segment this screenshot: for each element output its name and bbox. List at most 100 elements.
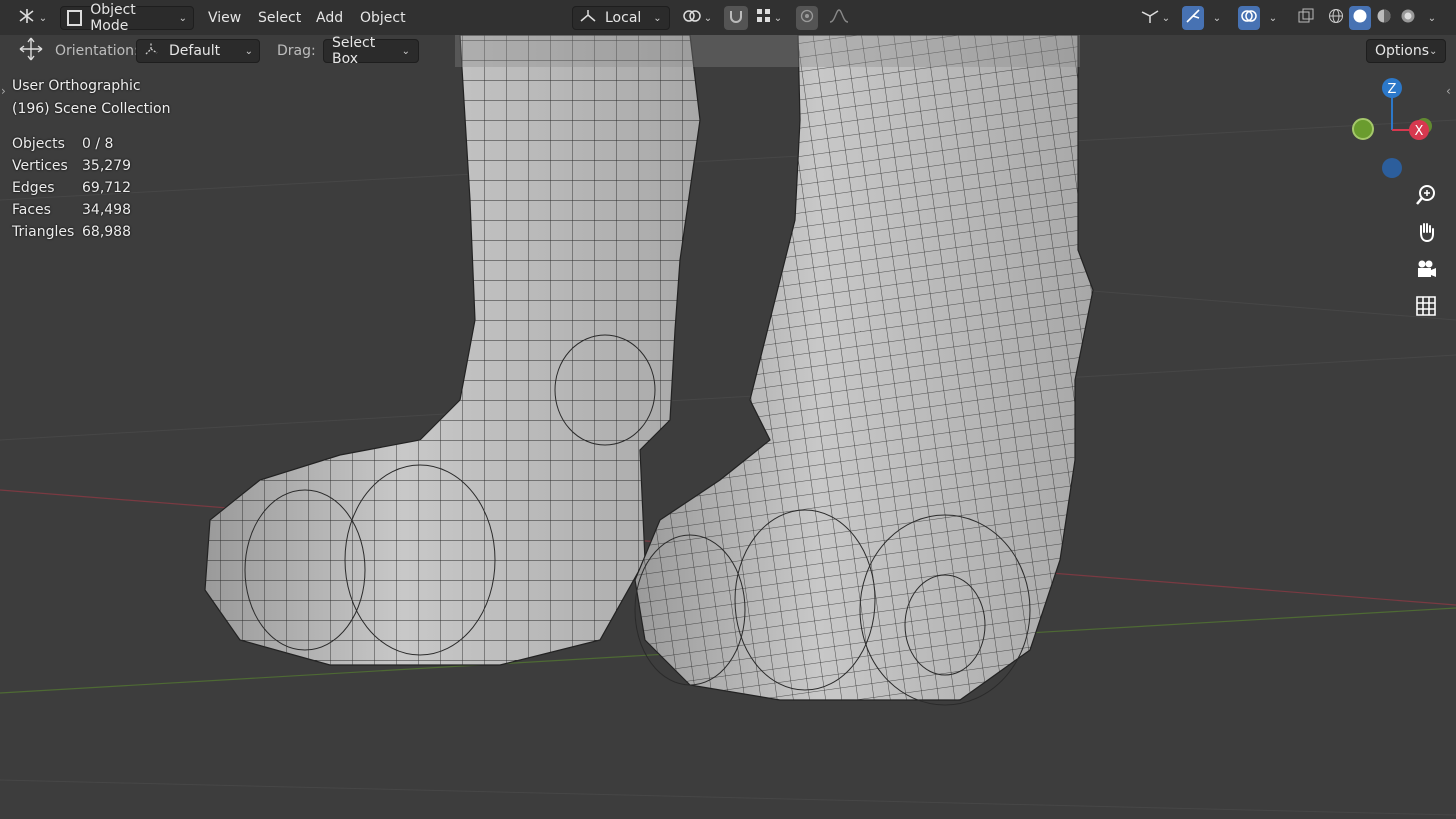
- orientation-dropdown[interactable]: Default ⌄: [136, 39, 260, 63]
- navigation-gizmo[interactable]: Z X: [1340, 74, 1450, 184]
- show-gizmo-toggle[interactable]: [1182, 6, 1204, 30]
- stat-row: Edges 69,712: [12, 180, 131, 202]
- chevron-down-icon: ⌄: [773, 12, 783, 24]
- move-arrows-icon: [18, 36, 44, 66]
- stat-value: 35,279: [82, 158, 131, 174]
- falloff-curve-icon: [829, 8, 849, 28]
- stat-value: 34,498: [82, 202, 131, 218]
- show-overlays-toggle[interactable]: [1238, 6, 1260, 30]
- right-foot-mesh: [634, 34, 1094, 706]
- zoom-magnifier-icon: [1415, 184, 1437, 210]
- viewport-header: ⌄ Object Mode ⌄ View Select Add Object L…: [0, 0, 1456, 35]
- scene-statistics: Objects 0 / 8 Vertices 35,279 Edges 69,712 …: [12, 136, 131, 246]
- gizmo-options-dropdown[interactable]: ⌄: [1206, 6, 1228, 30]
- orientation-value: Default: [169, 43, 221, 59]
- proportional-falloff-dropdown[interactable]: [820, 6, 858, 30]
- stat-row: Objects 0 / 8: [12, 136, 131, 158]
- stat-label: Edges: [12, 180, 55, 196]
- xray-icon: [1298, 8, 1314, 28]
- left-foot-mesh: [204, 34, 701, 666]
- grid-icon: [1415, 295, 1437, 321]
- chevron-down-icon: ⌄: [1212, 12, 1222, 24]
- overlays-options-dropdown[interactable]: ⌄: [1262, 6, 1284, 30]
- chevron-down-icon: ⌄: [178, 12, 187, 24]
- orthographic-toggle-button[interactable]: [1410, 292, 1442, 324]
- mode-dropdown[interactable]: Object Mode ⌄: [60, 2, 194, 34]
- chevron-down-icon: ⌄: [703, 12, 713, 24]
- chevron-down-icon: ⌄: [653, 12, 662, 24]
- z-axis-label: Z: [1388, 82, 1397, 97]
- stat-value: 69,712: [82, 180, 131, 196]
- chevron-down-icon: ⌄: [244, 45, 253, 57]
- pivot-point-button[interactable]: ⌄: [678, 6, 716, 30]
- snap-toggle[interactable]: [724, 6, 748, 30]
- menu-object[interactable]: Object: [354, 6, 412, 30]
- y-axis-dot: [1352, 118, 1374, 140]
- collection-name: (196) Scene Collection: [12, 101, 171, 117]
- magnet-icon: [728, 8, 744, 28]
- 3d-viewport[interactable]: ⌄ Object Mode ⌄ View Select Add Object L…: [0, 0, 1456, 819]
- zoom-button[interactable]: [1410, 181, 1442, 213]
- stat-label: Objects: [12, 136, 65, 152]
- menu-select[interactable]: Select: [252, 6, 307, 30]
- chevron-down-icon: ⌄: [401, 45, 410, 57]
- wireframe-sphere-icon: [1328, 8, 1344, 28]
- chevron-down-icon: ⌄: [1427, 12, 1437, 24]
- view-object-types-dropdown[interactable]: ⌄: [1136, 6, 1174, 30]
- menu-add[interactable]: Add: [310, 6, 349, 30]
- tool-settings-bar: Orientation: Default ⌄ Drag: Select Box …: [0, 35, 1456, 67]
- transform-orientation-label: Local: [605, 10, 642, 26]
- options-label: Options: [1375, 43, 1430, 59]
- editor-type-button[interactable]: ⌄: [14, 6, 50, 30]
- transform-orientation-dropdown[interactable]: Local ⌄: [572, 6, 670, 30]
- proportional-editing-toggle[interactable]: [796, 6, 818, 30]
- selectability-icon: [1140, 8, 1160, 28]
- stat-row: Vertices 35,279: [12, 158, 131, 180]
- camera-icon: [1415, 258, 1437, 284]
- stat-label: Triangles: [12, 224, 75, 240]
- grid-snap-icon: [756, 8, 772, 28]
- orientation-axes-icon: [143, 41, 159, 61]
- view-name: User Orthographic: [12, 78, 141, 94]
- overlays-icon: [1241, 8, 1257, 28]
- chevron-down-icon: ⌄: [1268, 12, 1278, 24]
- local-axes-icon: [579, 9, 597, 27]
- neg-z-axis-dot: [1382, 158, 1402, 178]
- stat-row: Faces 34,498: [12, 202, 131, 224]
- options-dropdown[interactable]: Options ⌄: [1366, 39, 1446, 63]
- active-tool-button[interactable]: [16, 36, 46, 66]
- mode-label: Object Mode: [90, 2, 136, 34]
- shading-wireframe-button[interactable]: [1325, 6, 1347, 30]
- hand-icon: [1415, 221, 1437, 247]
- orientation-label: Orientation:: [55, 43, 139, 59]
- stat-label: Faces: [12, 202, 51, 218]
- pivot-link-icon: [682, 8, 702, 28]
- stat-label: Vertices: [12, 158, 68, 174]
- material-sphere-icon: [1376, 8, 1392, 28]
- object-mode-icon: [67, 10, 83, 26]
- chevron-down-icon: ⌄: [1161, 12, 1171, 24]
- x-axis-label: X: [1415, 124, 1424, 139]
- shading-solid-button[interactable]: [1349, 6, 1371, 30]
- toolbar-expand-icon[interactable]: ›: [1, 84, 6, 98]
- drag-label: Drag:: [277, 43, 316, 59]
- drag-dropdown[interactable]: Select Box ⌄: [323, 35, 419, 67]
- stat-value: 0 / 8: [82, 136, 114, 152]
- shading-options-dropdown[interactable]: ⌄: [1421, 6, 1443, 30]
- pan-button[interactable]: [1410, 218, 1442, 250]
- menu-view[interactable]: View: [202, 6, 247, 30]
- shading-material-button[interactable]: [1373, 6, 1395, 30]
- editor-type-icon: [17, 8, 37, 28]
- mesh-scene[interactable]: [0, 0, 1456, 819]
- gizmo-icon: [1185, 8, 1201, 28]
- snap-target-dropdown[interactable]: ⌄: [750, 6, 788, 30]
- xray-toggle[interactable]: [1294, 6, 1318, 30]
- shading-rendered-button[interactable]: [1397, 6, 1419, 30]
- camera-view-button[interactable]: [1410, 255, 1442, 287]
- drag-value: Select Box: [332, 35, 376, 67]
- solid-sphere-icon: [1352, 8, 1368, 28]
- rendered-sphere-icon: [1400, 8, 1416, 28]
- stat-row: Triangles 68,988: [12, 224, 131, 246]
- chevron-down-icon: ⌄: [38, 12, 48, 24]
- grid-lines: [0, 119, 1456, 816]
